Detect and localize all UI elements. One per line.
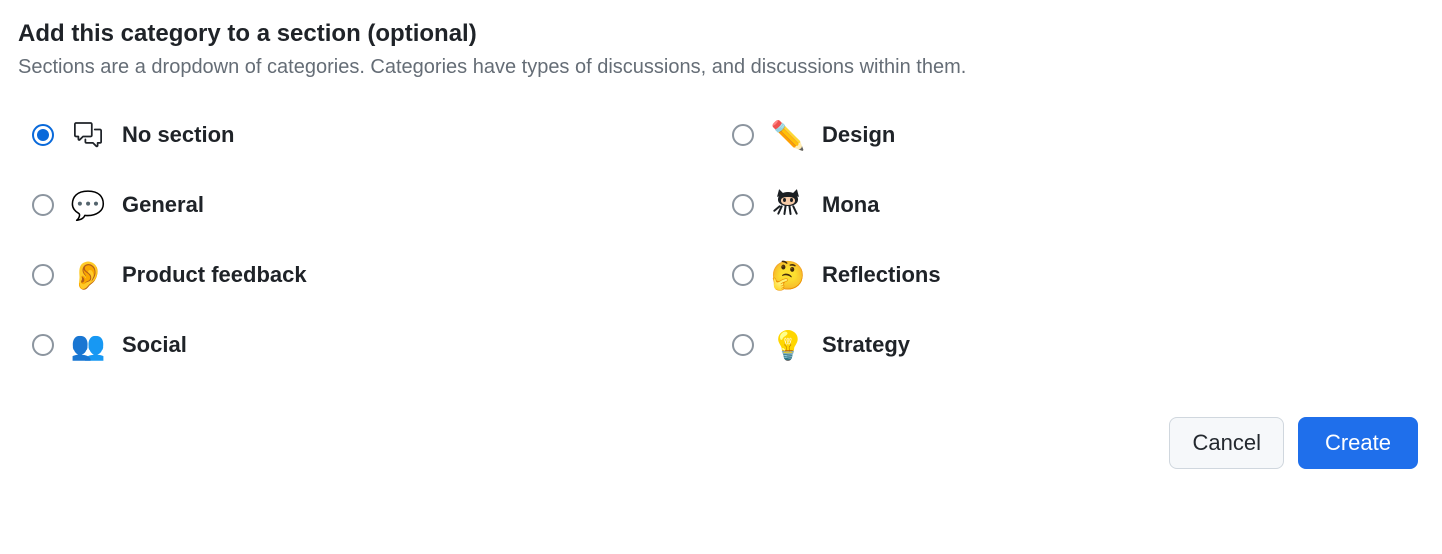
option-label: General	[122, 192, 204, 218]
comment-discussion-icon	[72, 119, 104, 151]
people-icon: 👥	[72, 329, 104, 361]
option-label: Social	[122, 332, 187, 358]
dialog-footer: Cancel Create	[18, 417, 1424, 469]
thinking-face-icon: 🤔	[772, 259, 804, 291]
option-label: Design	[822, 122, 895, 148]
ear-icon: 👂	[72, 259, 104, 291]
cancel-button[interactable]: Cancel	[1169, 417, 1283, 469]
option-label: Mona	[822, 192, 879, 218]
section-options-grid: No section ✏️ Design 💬 General Mona 👂 Pr…	[18, 119, 1418, 361]
option-label: Strategy	[822, 332, 910, 358]
option-label: Product feedback	[122, 262, 307, 288]
option-label: Reflections	[822, 262, 941, 288]
option-social[interactable]: 👥 Social	[18, 329, 718, 361]
radio-general[interactable]	[32, 194, 54, 216]
mona-icon	[772, 189, 804, 221]
option-no-section[interactable]: No section	[18, 119, 718, 151]
speech-bubble-icon: 💬	[72, 189, 104, 221]
option-product-feedback[interactable]: 👂 Product feedback	[18, 259, 718, 291]
option-strategy[interactable]: 💡 Strategy	[718, 329, 1418, 361]
lightbulb-icon: 💡	[772, 329, 804, 361]
section-heading: Add this category to a section (optional…	[18, 20, 1424, 48]
radio-strategy[interactable]	[732, 334, 754, 356]
section-subheading: Sections are a dropdown of categories. C…	[18, 56, 1424, 79]
option-design[interactable]: ✏️ Design	[718, 119, 1418, 151]
option-reflections[interactable]: 🤔 Reflections	[718, 259, 1418, 291]
create-button[interactable]: Create	[1298, 417, 1418, 469]
radio-social[interactable]	[32, 334, 54, 356]
option-label: No section	[122, 122, 234, 148]
radio-design[interactable]	[732, 124, 754, 146]
radio-no-section[interactable]	[32, 124, 54, 146]
pencil-icon: ✏️	[772, 119, 804, 151]
radio-reflections[interactable]	[732, 264, 754, 286]
option-general[interactable]: 💬 General	[18, 189, 718, 221]
radio-product-feedback[interactable]	[32, 264, 54, 286]
option-mona[interactable]: Mona	[718, 189, 1418, 221]
radio-mona[interactable]	[732, 194, 754, 216]
